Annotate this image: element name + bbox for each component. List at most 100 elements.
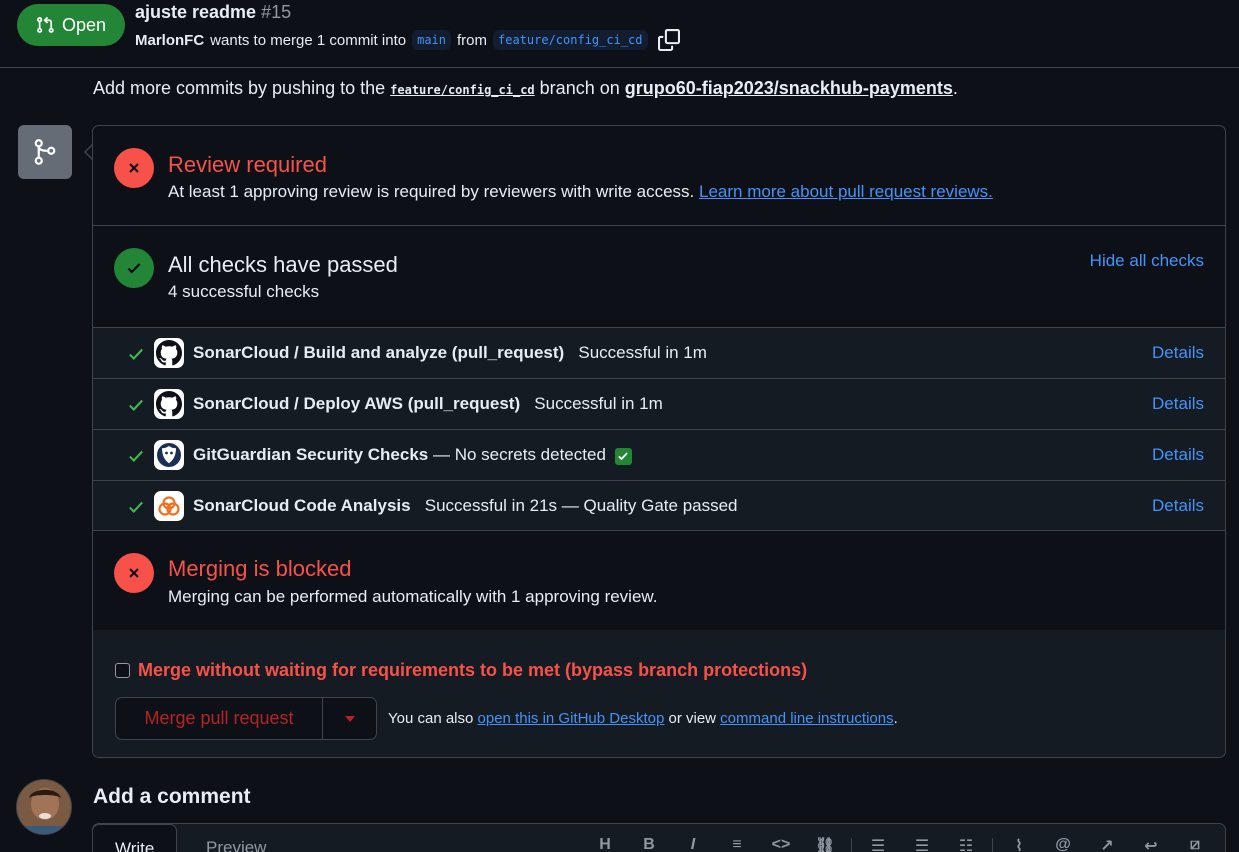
check-name: SonarCloud Code Analysis Successful in 2…	[193, 496, 738, 516]
task-list-icon[interactable]: ☷	[944, 836, 988, 852]
sonarcloud-icon	[154, 491, 184, 521]
check-mark-emoji-icon	[614, 447, 632, 465]
check-status: — No secrets detected	[432, 445, 606, 464]
check-details-link[interactable]: Details	[1152, 445, 1204, 465]
bypass-label: Merge without waiting for requirements t…	[138, 660, 808, 680]
open-desktop-link[interactable]: open this in GitHub Desktop	[478, 710, 665, 727]
from-text: from	[457, 31, 487, 49]
push-note-branch[interactable]: feature/config_ci_cd	[390, 83, 535, 97]
check-name-text: SonarCloud / Build and analyze (pull_req…	[193, 343, 565, 362]
check-icon	[127, 263, 141, 274]
check-icon	[129, 501, 143, 513]
cross-reference-icon[interactable]: ↗	[1085, 836, 1129, 852]
x-icon	[129, 568, 139, 578]
head-branch[interactable]: feature/config_ci_cd	[493, 30, 648, 50]
bullet-list-icon[interactable]: ☰	[900, 836, 944, 852]
checks-section: All checks have passed 4 successful chec…	[93, 226, 1225, 327]
heading-icon[interactable]: H	[583, 836, 627, 852]
numbered-list-icon[interactable]: ☰	[856, 836, 900, 852]
merge-help-middle: or view	[668, 710, 716, 727]
push-note-suffix: .	[952, 78, 958, 98]
pr-merge-summary: MarlonFC wants to merge 1 commit into ma…	[135, 29, 680, 51]
check-name: SonarCloud / Build and analyze (pull_req…	[193, 343, 707, 363]
merge-controls: Merge without waiting for requirements t…	[93, 630, 1225, 757]
check-details-link[interactable]: Details	[1152, 394, 1204, 414]
hide-all-checks-button[interactable]: Hide all checks	[1090, 251, 1204, 271]
push-note: Add more commits by pushing to the featu…	[93, 78, 958, 99]
review-description-text: At least 1 approving review is required …	[168, 182, 695, 201]
markdown-toolbar: H B I ≡ <> ⛓ ☰ ☰ ☷ ⌇ @ ↗ ↩ ⧄	[583, 836, 1217, 852]
merge-help-prefix: You can also	[388, 710, 474, 727]
check-name-text: GitGuardian Security Checks	[193, 445, 429, 464]
check-status: Successful in 1m	[578, 343, 707, 362]
merge-pull-request-button[interactable]: Merge pull request	[116, 698, 323, 739]
base-branch[interactable]: main	[412, 30, 451, 50]
github-icon	[154, 389, 184, 419]
check-row: SonarCloud / Build and analyze (pull_req…	[93, 327, 1225, 378]
blocked-title: Merging is blocked	[168, 556, 352, 581]
pr-number: #15	[261, 2, 292, 22]
checks-title: All checks have passed	[168, 252, 398, 277]
merge-text: wants to merge 1 commit into	[210, 31, 407, 49]
gitguardian-icon	[154, 440, 184, 470]
check-icon	[129, 399, 143, 411]
quote-icon[interactable]: ≡	[715, 836, 759, 852]
command-line-link[interactable]: command line instructions	[720, 710, 893, 727]
git-branch-icon	[34, 139, 56, 165]
bypass-checkbox[interactable]	[115, 663, 130, 678]
avatar[interactable]	[16, 779, 72, 835]
check-details-link[interactable]: Details	[1152, 343, 1204, 363]
pull-request-icon	[37, 16, 54, 33]
check-circle-icon	[114, 248, 154, 288]
tab-write[interactable]: Write	[92, 824, 178, 852]
italic-icon[interactable]: I	[671, 836, 715, 852]
toolbar-divider	[992, 838, 993, 852]
merge-button-group: Merge pull request	[115, 697, 377, 740]
review-learn-more-link[interactable]: Learn more about pull request reviews.	[699, 182, 993, 201]
x-circle-icon	[114, 148, 154, 188]
header-divider	[0, 67, 1239, 68]
checks-subtitle: 4 successful checks	[168, 282, 320, 301]
check-icon	[129, 450, 143, 462]
merge-help: You can also open this in GitHub Desktop…	[388, 710, 898, 727]
review-description: At least 1 approving review is required …	[168, 182, 993, 202]
push-note-middle: branch on	[539, 78, 620, 98]
toolbar-divider	[851, 838, 852, 852]
check-name: GitGuardian Security Checks — No secrets…	[193, 445, 632, 465]
merge-help-suffix: .	[893, 710, 898, 727]
bypass-checkbox-row[interactable]: Merge without waiting for requirements t…	[115, 660, 807, 681]
pr-title-text: ajuste readme	[135, 2, 257, 22]
reply-icon[interactable]: ↩	[1129, 836, 1173, 852]
check-icon	[129, 348, 143, 360]
check-row: SonarCloud Code Analysis Successful in 2…	[93, 480, 1225, 531]
check-name-text: SonarCloud Code Analysis	[193, 496, 411, 515]
add-comment-heading: Add a comment	[93, 785, 251, 808]
triangle-down-icon	[344, 715, 355, 722]
pr-author[interactable]: MarlonFC	[135, 32, 204, 49]
copy-icon[interactable]	[657, 29, 680, 51]
review-section: Review required At least 1 approving rev…	[93, 126, 1225, 226]
check-status: Successful in 1m	[534, 394, 663, 413]
check-details-link[interactable]: Details	[1152, 496, 1204, 516]
pr-status-badge: Open	[17, 4, 125, 46]
mention-icon[interactable]: @	[1041, 836, 1085, 852]
link-icon[interactable]: ⛓	[803, 836, 847, 852]
check-row: SonarCloud / Deploy AWS (pull_request) S…	[93, 378, 1225, 429]
check-row: GitGuardian Security Checks — No secrets…	[93, 429, 1225, 480]
comment-editor: Write Preview H B I ≡ <> ⛓ ☰ ☰ ☷ ⌇ @ ↗ ↩…	[92, 823, 1226, 852]
bold-icon[interactable]: B	[627, 836, 671, 852]
merge-options-dropdown[interactable]	[323, 698, 376, 739]
check-name: SonarCloud / Deploy AWS (pull_request) S…	[193, 394, 663, 414]
slash-commands-icon[interactable]: ⧄	[1173, 836, 1217, 852]
git-merge-icon	[18, 125, 72, 179]
github-icon	[154, 338, 184, 368]
attach-icon[interactable]: ⌇	[997, 836, 1041, 852]
x-circle-icon	[114, 553, 154, 593]
check-name-text: SonarCloud / Deploy AWS (pull_request)	[193, 394, 521, 413]
review-title: Review required	[168, 152, 327, 177]
merge-box: Review required At least 1 approving rev…	[92, 125, 1226, 758]
code-icon[interactable]: <>	[759, 836, 803, 852]
push-note-prefix: Add more commits by pushing to the	[93, 78, 386, 98]
tab-preview[interactable]: Preview	[184, 824, 288, 852]
repo-link[interactable]: grupo60-fiap2023/snackhub-payments	[625, 78, 953, 98]
